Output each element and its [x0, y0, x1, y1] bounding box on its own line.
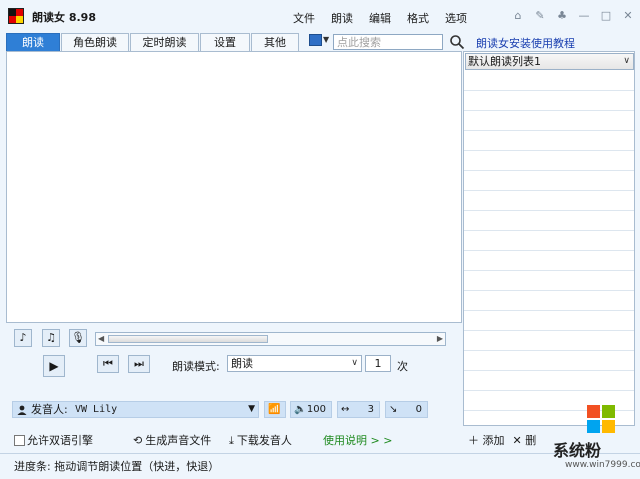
speaker-select[interactable]: 发音人: VW Lily ▼: [12, 401, 259, 418]
microphone-icon[interactable]: 🎙: [69, 329, 87, 347]
menu-bar: 文件 朗读 编辑 格式 选项: [285, 10, 475, 26]
reading-list[interactable]: [464, 71, 634, 425]
usage-help-link[interactable]: 使用说明 > >: [323, 432, 392, 448]
speed-value: 3: [367, 404, 374, 415]
music-notes-icon[interactable]: ♫: [42, 329, 60, 347]
download-speaker-button[interactable]: ⤓ 下载发音人: [229, 432, 292, 448]
progress-slider[interactable]: ◀ ▶: [95, 332, 446, 346]
volume-control[interactable]: 🔈 100: [290, 401, 332, 418]
tab-timed-read[interactable]: 定时朗读: [130, 33, 199, 52]
read-mode-select[interactable]: 朗读 ∨: [227, 355, 362, 372]
dual-engine-checkbox[interactable]: 允许双语引擎: [14, 432, 93, 448]
volume-value: 100: [306, 404, 326, 415]
picture-icon[interactable]: [309, 34, 322, 46]
pitch-control[interactable]: ↘ 0: [385, 401, 428, 418]
add-label: 添加: [482, 434, 505, 447]
tab-role-read[interactable]: 角色朗读: [61, 33, 129, 52]
caret-down-icon: ▼: [248, 404, 255, 414]
close-icon[interactable]: ✕: [620, 8, 636, 24]
minimize-icon[interactable]: —: [576, 8, 592, 24]
reading-list-select[interactable]: 默认朗读列表1 ∨: [465, 53, 634, 70]
chevron-down-icon: ∨: [351, 358, 358, 368]
home-icon[interactable]: ⌂: [510, 8, 526, 24]
speaker-value: VW Lily: [75, 404, 118, 415]
checkbox-box[interactable]: [14, 434, 25, 446]
volume-icon: 🔈: [294, 404, 307, 415]
delete-button[interactable]: ✕ 删: [513, 432, 537, 448]
pin-icon[interactable]: ✎: [532, 8, 548, 24]
slider-right-arrow-icon[interactable]: ▶: [437, 333, 443, 345]
progress-slider-thumb[interactable]: [108, 335, 268, 343]
search-input[interactable]: [333, 34, 443, 50]
tab-settings[interactable]: 设置: [200, 33, 250, 52]
effect-button[interactable]: 📶: [264, 401, 286, 418]
antenna-icon: 📶: [268, 404, 281, 415]
shirt-icon[interactable]: ♣: [554, 8, 570, 24]
speaker-label: 发音人:: [31, 403, 68, 416]
play-button[interactable]: ▶: [43, 355, 65, 377]
window-controls: ⌂ ✎ ♣ — □ ✕: [510, 8, 636, 24]
add-button[interactable]: ＋ 添加: [468, 432, 505, 448]
search-icon[interactable]: [449, 34, 465, 50]
read-mode-value: 朗读: [231, 357, 253, 370]
download-icon: ⤓: [229, 434, 234, 447]
tab-read[interactable]: 朗读: [6, 33, 60, 52]
app-title: 朗读女 8.98: [32, 11, 96, 24]
menu-format[interactable]: 格式: [399, 10, 437, 26]
watermark-text: 系统粉: [553, 441, 602, 460]
repeat-times-unit: 次: [397, 360, 408, 373]
previous-button[interactable]: ⏮: [97, 355, 119, 373]
refresh-icon: ⟲: [133, 434, 143, 447]
reading-text-area[interactable]: [6, 51, 462, 323]
download-speaker-label: 下载发音人: [236, 434, 292, 447]
pitch-icon: ↘: [389, 404, 398, 415]
read-mode-label: 朗读模式:: [172, 360, 220, 373]
status-text: 进度条: 拖动调节朗读位置（快进，快退）: [14, 460, 220, 473]
next-button[interactable]: ⏭: [128, 355, 150, 373]
tab-other[interactable]: 其他: [251, 33, 299, 52]
app-logo-icon: [8, 8, 24, 24]
menu-edit[interactable]: 编辑: [361, 10, 399, 26]
maximize-icon[interactable]: □: [598, 8, 614, 24]
dual-engine-label: 允许双语引擎: [27, 434, 93, 447]
install-help-link[interactable]: 朗读女安装使用教程: [476, 35, 575, 51]
pitch-value: 0: [415, 404, 422, 415]
generate-audio-button[interactable]: ⟲ 生成声音文件: [133, 432, 211, 448]
menu-file[interactable]: 文件: [285, 10, 323, 26]
windows-logo-icon: [587, 405, 615, 433]
menu-options[interactable]: 选项: [437, 10, 475, 26]
music-note-icon[interactable]: ♪: [14, 329, 32, 347]
list-actions: ＋ 添加 ✕ 删: [468, 432, 536, 448]
slider-left-arrow-icon[interactable]: ◀: [98, 333, 104, 345]
chevron-down-icon: ∨: [623, 56, 630, 66]
title-bar: 朗读女 8.98 文件 朗读 编辑 格式 选项 ⌂ ✎ ♣ — □ ✕: [0, 0, 640, 32]
reading-list-select-value: 默认朗读列表1: [468, 55, 541, 68]
repeat-times-input[interactable]: 1: [365, 355, 391, 372]
menu-read[interactable]: 朗读: [323, 10, 361, 26]
delete-label: 删: [525, 434, 537, 447]
reading-list-panel: 默认朗读列表1 ∨: [463, 51, 635, 426]
speed-control[interactable]: ↔ 3: [337, 401, 380, 418]
generate-audio-label: 生成声音文件: [145, 434, 212, 447]
chevron-down-icon[interactable]: ▼: [323, 35, 329, 44]
status-bar: 进度条: 拖动调节朗读位置（快进，快退）: [0, 453, 640, 479]
speed-icon: ↔: [341, 404, 350, 415]
watermark-url: www.win7999.com: [565, 460, 640, 470]
person-icon: [17, 405, 27, 415]
